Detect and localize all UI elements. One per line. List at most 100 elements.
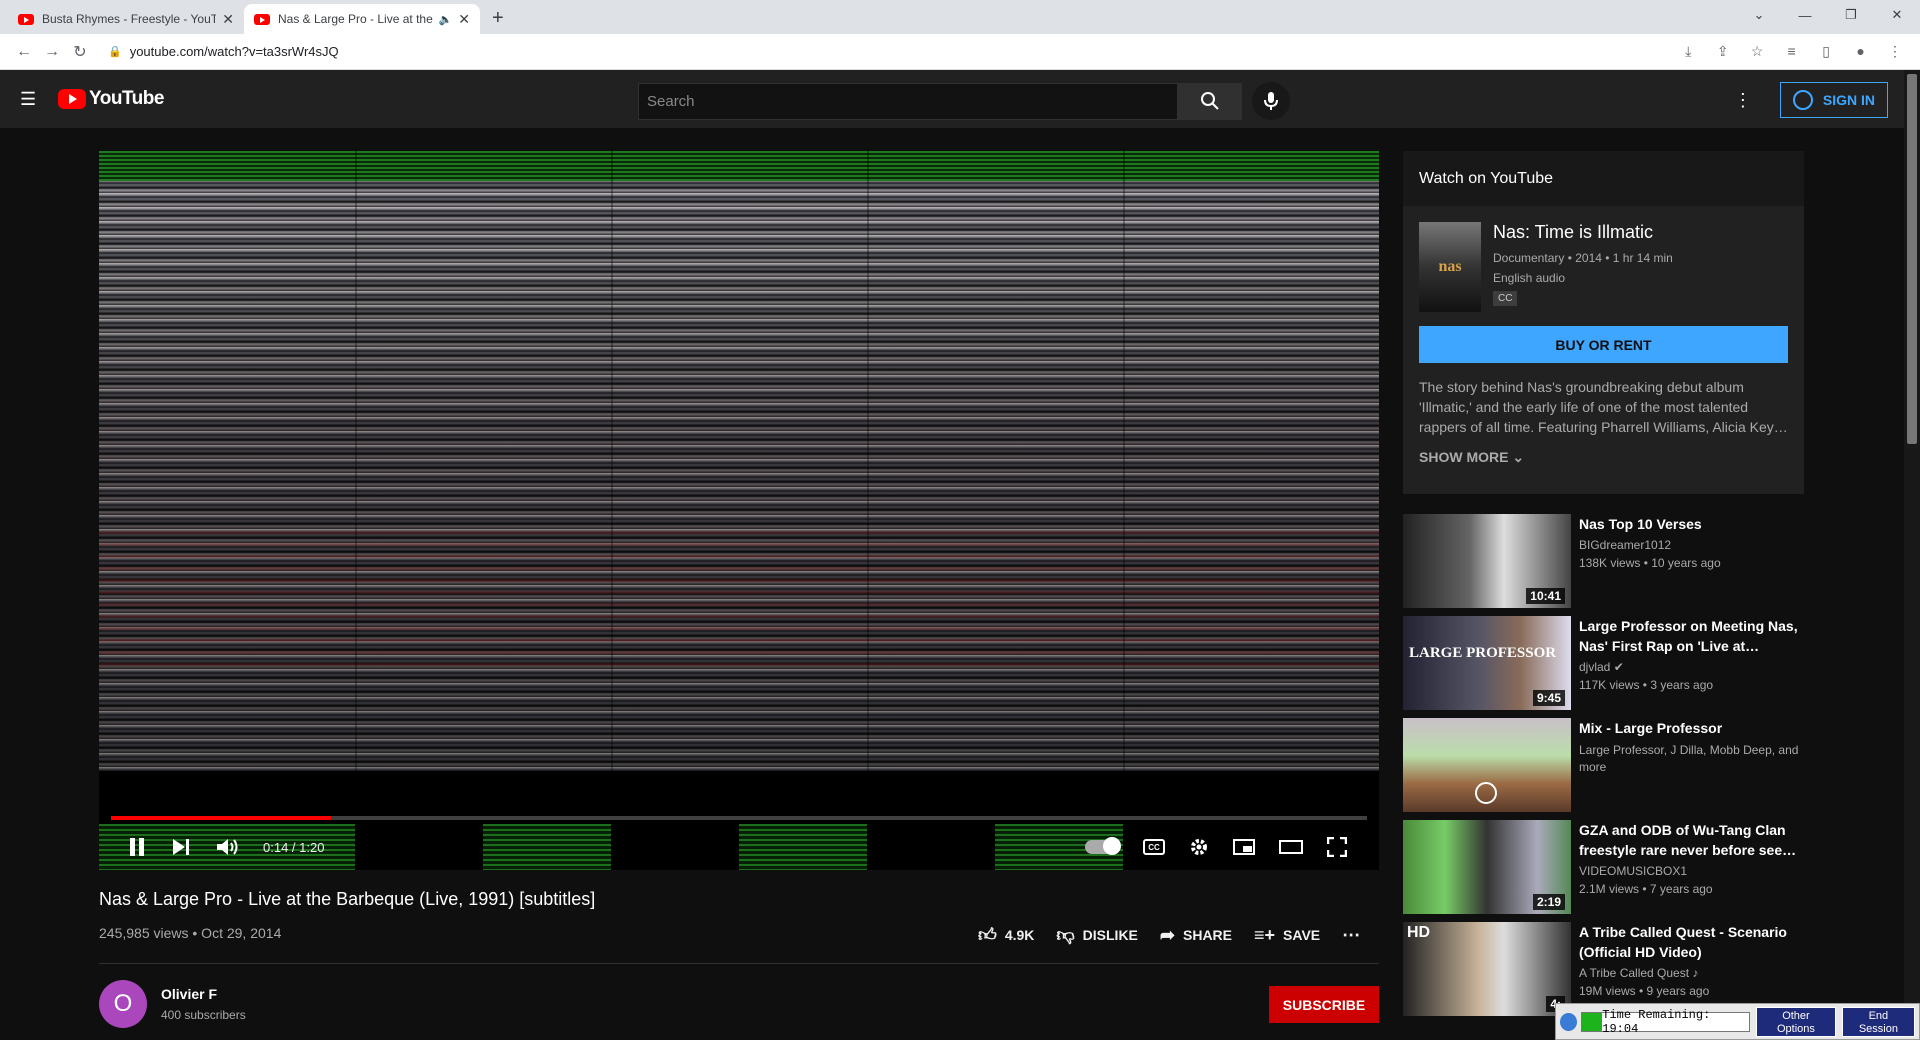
verified-check-icon: ✔ [1613,660,1624,674]
browser-tab-bar: Busta Rhymes - Freestyle - YouTu ✕ Nas &… [0,0,1920,34]
video-title: Nas & Large Pro - Live at the Barbeque (… [99,889,596,909]
rec-views: 117K views • 3 years ago [1579,678,1714,692]
list-item[interactable]: LARGE PROFESSOR 9:45 Large Professor on … [1403,616,1803,710]
player-controls: 0:14 / 1:20 CC [99,824,1379,870]
video-artifact-divider [355,151,357,771]
time-display: 0:14 / 1:20 [263,839,325,855]
rec-title[interactable]: A Tribe Called Quest - Scenario (Officia… [1579,922,1803,962]
end-session-button[interactable]: End Session [1841,1006,1915,1037]
channel-avatar[interactable]: O [99,980,147,1028]
rec-title[interactable]: GZA and ODB of Wu-Tang Clan freestyle ra… [1579,820,1803,860]
back-button[interactable]: ← [10,43,38,61]
sign-in-button[interactable]: SIGN IN [1779,82,1888,118]
settings-dots-icon[interactable]: ⋮ [1734,90,1752,111]
video-thumbnail[interactable]: HD 4: [1403,922,1571,1016]
more-actions-button[interactable]: ⋯ [1342,925,1368,946]
reload-button[interactable]: ↻ [66,42,94,62]
list-item[interactable]: Mix - Large Professor Large Professor, J… [1403,718,1803,812]
rec-title[interactable]: Large Professor on Meeting Nas, Nas' Fir… [1579,616,1803,656]
profile-icon[interactable]: ● [1846,43,1876,59]
install-icon[interactable]: ⤓ [1673,43,1703,60]
buy-or-rent-button[interactable]: BUY OR RENT [1419,326,1788,363]
video-frame [99,151,1379,771]
theater-icon [1279,840,1303,854]
dislike-button[interactable]: 👎︎ DISLIKE [1056,924,1138,946]
close-window-button[interactable]: ✕ [1874,7,1920,23]
youtube-header: ☰ YouTube ⋮ SIGN IN [0,70,1920,128]
share-button[interactable]: ➦ SHARE [1160,925,1232,946]
save-button[interactable]: ≡+ SAVE [1254,925,1320,946]
scrollbar-thumb[interactable] [1907,74,1917,444]
sign-in-label: SIGN IN [1822,92,1875,108]
movie-info: nas Nas: Time is Illmatic Documentary • … [1403,206,1804,312]
list-item[interactable]: HD 4: A Tribe Called Quest - Scenario (O… [1403,922,1803,1016]
other-options-button[interactable]: Other Options [1756,1006,1836,1037]
url-field[interactable]: 🔒 youtube.com/watch?v=ta3srWr4sJQ [102,38,1665,66]
show-more-button[interactable]: SHOW MORE ⌄ [1419,449,1788,466]
tab-nas-large-pro[interactable]: Nas & Large Pro - Live at the 🔈 ✕ [244,4,480,34]
thumbnail-overlay-text: LARGE PROFESSOR [1409,645,1557,661]
time-remaining-label: Time Remaining: 19:04 [1602,1007,1711,1036]
cc-badge: CC [1493,291,1518,306]
panel-heading: Watch on YouTube [1403,151,1804,206]
forward-button[interactable]: → [38,43,66,61]
pause-button[interactable] [129,838,145,856]
tab-search-icon[interactable]: ⌄ [1736,7,1782,23]
subscribe-button[interactable]: SUBSCRIBE [1269,986,1379,1023]
lock-icon[interactable]: 🔒 [108,45,122,58]
youtube-logo[interactable]: YouTube [58,88,164,110]
fullscreen-button[interactable] [1327,837,1347,857]
new-tab-button[interactable]: + [492,7,504,30]
close-tab-icon[interactable]: ✕ [458,11,470,28]
account-icon [1792,90,1813,110]
progress-bar[interactable] [111,816,1367,820]
search-input[interactable] [638,82,1178,120]
video-thumbnail[interactable] [1403,718,1571,812]
close-tab-icon[interactable]: ✕ [222,11,234,28]
like-button[interactable]: 👍︎ 4.9K [978,924,1034,946]
speaker-icon[interactable]: 🔈 [439,13,453,26]
search-button[interactable] [1178,82,1242,120]
video-thumbnail[interactable]: LARGE PROFESSOR 9:45 [1403,616,1571,710]
rec-title[interactable]: Nas Top 10 Verses [1579,514,1721,534]
rec-channel: VIDEOMUSICBOX1 [1579,864,1688,878]
chevron-down-icon: ⌄ [1512,449,1525,465]
cc-icon: CC [1143,839,1165,855]
movie-title[interactable]: Nas: Time is Illmatic [1493,222,1673,243]
movie-poster[interactable]: nas [1419,222,1481,312]
rec-views: 138K views • 10 years ago [1579,556,1721,570]
list-item[interactable]: 2:19 GZA and ODB of Wu-Tang Clan freesty… [1403,820,1803,914]
reading-list-icon[interactable]: ≡ [1777,43,1807,59]
chrome-menu-icon[interactable]: ⋮ [1880,43,1910,60]
rec-title[interactable]: Mix - Large Professor [1579,718,1803,738]
thumbs-down-icon: 👎︎ [1056,925,1075,945]
list-item[interactable]: 10:41 Nas Top 10 Verses BIGdreamer1012 1… [1403,514,1803,608]
browser-toolbar-icons: ⤓ ⇪ ☆ ≡ ▯ ● ⋮ [1673,43,1910,61]
miniplayer-button[interactable] [1233,839,1255,855]
video-player[interactable]: 0:14 / 1:20 CC [99,151,1379,870]
autoplay-toggle[interactable] [1085,837,1121,855]
restore-button[interactable]: ❐ [1828,7,1874,23]
subtitles-button[interactable]: CC [1143,839,1165,855]
minimize-button[interactable]: — [1782,8,1828,23]
channel-name[interactable]: Olivier F [161,986,246,1002]
more-horiz-icon: ⋯ [1342,924,1361,945]
settings-button[interactable] [1189,837,1209,857]
tab-busta-rhymes[interactable]: Busta Rhymes - Freestyle - YouTu ✕ [8,4,244,34]
session-timer: Time Remaining: 19:04 Other Options End … [1555,1003,1920,1040]
video-artifact-divider [867,151,869,771]
share-icon[interactable]: ⇪ [1708,43,1738,60]
rec-channel: Large Professor, J Dilla, Mobb Deep, and… [1579,743,1799,774]
side-panel-icon[interactable]: ▯ [1811,43,1841,60]
volume-button[interactable] [217,838,239,856]
video-thumbnail[interactable]: 2:19 [1403,820,1571,914]
hamburger-menu-icon[interactable]: ☰ [20,89,44,110]
video-actions: 👍︎ 4.9K 👎︎ DISLIKE ➦ SHARE ≡+ SAVE ⋯ [978,924,1390,946]
theater-mode-button[interactable] [1279,839,1303,855]
bookmark-star-icon[interactable]: ☆ [1742,43,1772,60]
next-button[interactable] [173,839,189,855]
video-thumbnail[interactable]: 10:41 [1403,514,1571,608]
window-controls: ⌄ — ❐ ✕ [1736,0,1920,30]
rec-channel: djvlad ✔ [1579,660,1803,674]
voice-search-button[interactable] [1252,82,1290,120]
